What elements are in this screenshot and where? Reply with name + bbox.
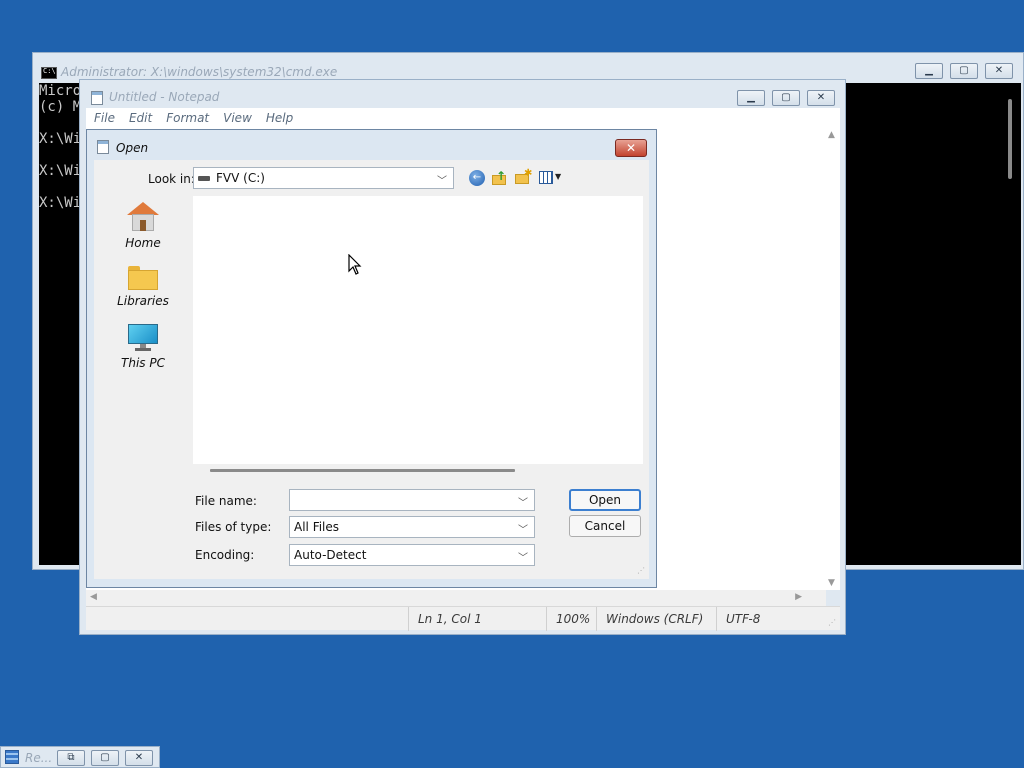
encoding-combo[interactable]: Auto-Detect ﹀ [289,544,535,566]
place-libraries[interactable]: Libraries [108,266,178,308]
look-in-value: FVV (C:) [216,171,265,185]
notepad-status-bar: Ln 1, Col 1 100% Windows (CRLF) UTF-8 ⋰ [86,606,840,631]
notepad-close-button[interactable]: ✕ [807,90,835,106]
file-name-label: File name: [195,494,257,508]
libraries-folder-icon [128,266,158,290]
cancel-button[interactable]: Cancel [569,515,641,537]
files-of-type-combo[interactable]: All Files ﹀ [289,516,535,538]
cmd-title: Administrator: X:\windows\system32\cmd.e… [61,65,338,79]
status-zoom: 100% [546,607,596,631]
scroll-left-arrow-icon[interactable]: ◀ [90,592,97,602]
cmd-minimize-button[interactable]: ▁ [915,63,943,79]
place-this-pc[interactable]: This PC [108,324,178,370]
menu-edit[interactable]: Edit [129,111,152,125]
place-home[interactable]: Home [108,202,178,250]
encoding-label: Encoding: [195,548,255,562]
resize-grip-icon[interactable]: ⋰ [637,566,645,575]
chevron-down-icon: ﹀ [518,553,528,564]
view-menu-icon[interactable]: ▼ [539,171,565,185]
scroll-up-arrow-icon[interactable]: ▲ [828,130,835,140]
up-folder-icon[interactable]: ↑ [492,170,508,186]
tile-maximize-button[interactable]: ▢ [91,750,119,766]
cmd-close-button[interactable]: ✕ [985,63,1013,79]
tile-title: Re... [25,751,53,765]
cmd-scrollbar[interactable] [1001,83,1021,565]
chevron-down-icon: ﹀ [437,176,447,187]
new-folder-icon[interactable]: ✱ [515,168,532,186]
file-list-horizontal-scrollbar[interactable] [210,469,515,472]
cmd-maximize-button[interactable]: ▢ [950,63,978,79]
menu-format[interactable]: Format [166,111,209,125]
open-button[interactable]: Open [569,489,641,511]
status-encoding: UTF-8 [716,607,826,631]
notepad-horizontal-scrollbar[interactable]: ◀ ▶ [86,590,826,606]
notepad-minimize-button[interactable]: ▁ [737,90,765,106]
dialog-title: Open [116,141,149,155]
chevron-down-icon: ﹀ [518,525,528,536]
registry-icon [5,750,19,764]
menu-view[interactable]: View [223,111,252,125]
chevron-down-icon: ﹀ [518,498,528,509]
files-of-type-label: Files of type: [195,520,272,534]
mouse-cursor-icon [348,254,362,275]
open-dialog[interactable]: Open ✕ Look in: FVV (C:) ﹀ ← ↑ ✱ ▼ Home … [86,129,657,588]
cmd-scroll-thumb[interactable] [1008,99,1012,179]
look-in-combo[interactable]: FVV (C:) ﹀ [193,167,454,189]
notepad-icon [91,91,103,105]
place-home-label: Home [125,236,161,250]
notepad-vertical-scrollbar[interactable]: ▲ ▼ [825,128,840,590]
tile-close-button[interactable]: ✕ [125,750,153,766]
menu-file[interactable]: File [94,111,115,125]
notepad-maximize-button[interactable]: ▢ [772,90,800,106]
resize-grip-icon[interactable]: ⋰ [828,618,838,628]
look-in-label: Look in: [148,172,195,186]
file-name-combo[interactable]: ﹀ [289,489,535,511]
status-line-ending: Windows (CRLF) [596,607,716,631]
monitor-icon [128,324,158,352]
status-position: Ln 1, Col 1 [408,607,546,631]
scroll-down-arrow-icon[interactable]: ▼ [828,578,835,588]
drive-icon [198,175,210,181]
dialog-icon [97,140,109,154]
file-list[interactable] [193,196,643,464]
console-icon: C:\ [41,67,57,79]
notepad-menubar: File Edit Format View Help [86,108,840,128]
place-libraries-label: Libraries [117,294,169,308]
scroll-right-arrow-icon[interactable]: ▶ [795,592,802,602]
notepad-title: Untitled - Notepad [109,90,220,104]
back-icon[interactable]: ← [469,170,485,186]
home-icon [126,202,160,232]
menu-help[interactable]: Help [266,111,293,125]
place-this-pc-label: This PC [121,356,165,370]
tile-restore-button[interactable]: ⧉ [57,750,85,766]
dialog-close-button[interactable]: ✕ [615,139,647,157]
dialog-body: Look in: FVV (C:) ﹀ ← ↑ ✱ ▼ Home Librari… [94,160,649,579]
files-of-type-value: All Files [294,520,340,534]
encoding-value: Auto-Detect [294,548,367,562]
minimized-window-tile[interactable]: Re... ⧉ ▢ ✕ [0,746,160,768]
